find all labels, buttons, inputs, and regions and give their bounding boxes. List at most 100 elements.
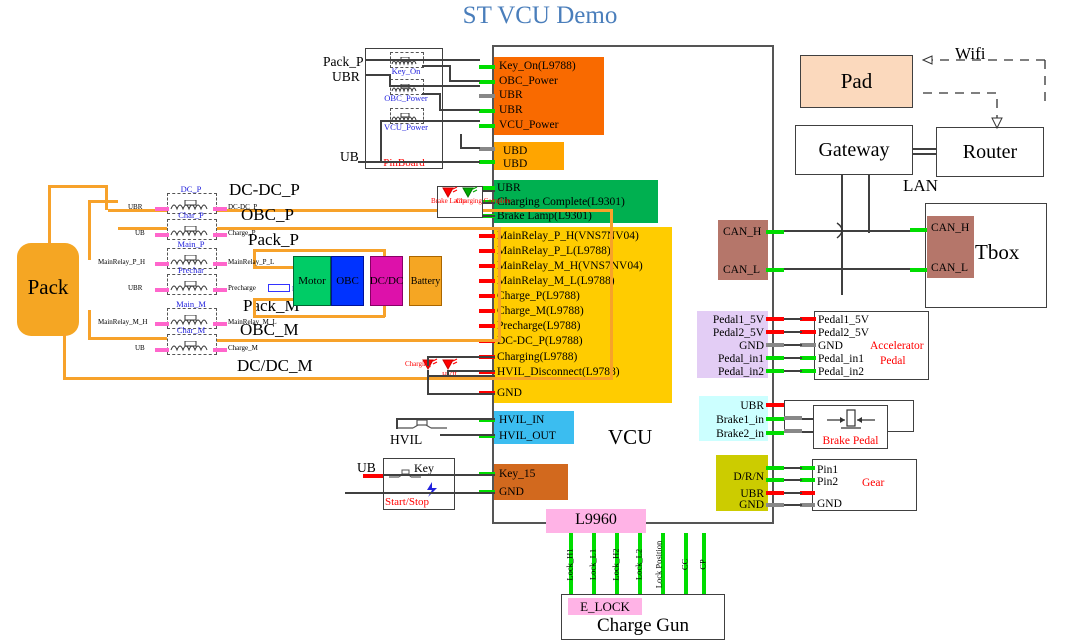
hv-bus — [48, 185, 51, 245]
wire-stub — [479, 324, 495, 328]
wire-stub — [766, 491, 784, 495]
wire — [913, 148, 937, 150]
wire-stub — [766, 431, 784, 435]
vcu-pin-gnd-4: GND — [739, 499, 764, 511]
wire-stub — [479, 160, 495, 164]
wire — [460, 134, 462, 148]
vcu-pin-pedal2-5v: Pedal2_5V — [712, 327, 764, 339]
load-battery-label: Battery — [410, 275, 441, 287]
load-obc-label: OBC — [336, 275, 359, 287]
vcu-pin-charge-m: Charge_M(L9788) — [497, 305, 584, 317]
wifi-link-icon — [921, 55, 1046, 130]
wire — [784, 492, 802, 494]
wire — [460, 147, 480, 149]
vcu-pin-charging-complete: Charging Complete(L9301) — [497, 196, 625, 208]
wire — [784, 467, 802, 469]
vcu-pin-ubd-1: UBD — [503, 145, 528, 157]
wire-stub — [479, 249, 495, 253]
lock-position-label: Lock Position — [653, 540, 664, 589]
load-battery: Battery — [409, 256, 442, 306]
vcu-pin-vcu-power: VCU_Power — [499, 119, 559, 131]
wire-stub — [800, 356, 816, 360]
vcu-pin-mainrelay-m-l: MainRelay_M_L(L9788) — [497, 275, 615, 287]
gateway-block: Gateway — [795, 125, 913, 175]
wire — [913, 153, 937, 155]
wire-stub — [910, 228, 927, 232]
vcu-label: VCU — [608, 425, 653, 449]
vcu-pin-hvil-out: HVIL_OUT — [499, 430, 556, 442]
wire — [784, 331, 802, 333]
lock-h1-label: Lock_H1 — [564, 548, 575, 581]
wire — [784, 370, 802, 372]
wire — [384, 474, 495, 476]
wire-stub — [479, 109, 495, 113]
lock-l1-label: Lock_L1 — [587, 548, 598, 581]
vcu-pin-hvil-in: HVIL_IN — [499, 414, 545, 426]
hv-bus — [105, 185, 108, 210]
wire — [427, 393, 495, 395]
charge-gun-label: Charge Gun — [597, 615, 689, 636]
relay-dc-p-right: DC-DC_P — [228, 203, 258, 211]
hv-bus — [63, 377, 173, 380]
wire — [784, 357, 802, 359]
wire — [380, 120, 382, 161]
wire-stub — [800, 466, 815, 470]
wire-stub — [800, 330, 816, 334]
wire — [396, 418, 495, 420]
wire — [366, 59, 480, 61]
hv-bus — [88, 200, 91, 260]
vcu-pin-ubd-2: UBD — [503, 158, 528, 170]
wire-stub — [784, 416, 802, 420]
wire — [396, 419, 398, 429]
wire-stub — [800, 343, 816, 347]
wire-stub — [766, 330, 784, 334]
vcu-pin-gnd-3: GND — [739, 340, 764, 352]
wire-stub — [766, 343, 784, 347]
wire-stub — [479, 234, 495, 238]
wire-stub — [479, 309, 495, 313]
wire-stub — [213, 288, 227, 292]
gear-label: Gear — [862, 477, 885, 489]
accel-pin-pedal1-5v: Pedal1_5V — [818, 314, 870, 326]
relay-dc-p-left: UBR — [128, 203, 143, 211]
wire — [440, 434, 495, 436]
wire — [784, 479, 802, 481]
wire-hop-icon — [836, 222, 843, 239]
vcu-pin-can-h: CAN_H — [723, 226, 762, 238]
vcu-pin-drn: D/R/N — [733, 471, 764, 483]
wire — [784, 504, 802, 506]
lan-label: LAN — [903, 176, 938, 195]
wire — [483, 215, 495, 217]
charging-complete-led-label: Charging Complete — [456, 197, 511, 205]
wire — [427, 356, 429, 366]
relay-obc-power-label: OBC_Power — [384, 93, 428, 103]
accel-pin-gnd: GND — [818, 340, 843, 352]
relay-prechar-left: UBR — [128, 284, 143, 292]
vcu-pin-ubr-1: UBR — [499, 89, 523, 101]
wire — [483, 190, 495, 192]
page-title: ST VCU Demo — [462, 2, 618, 29]
wire-stub — [800, 369, 816, 373]
wire-stub — [800, 317, 816, 321]
wire-stub — [479, 264, 495, 268]
wire-stub — [479, 65, 495, 69]
bus-label-dcdc-m: DC/DC_M — [237, 356, 313, 375]
vcu-pin-ubr-4: UBR — [740, 400, 764, 412]
wire-stub — [479, 147, 495, 151]
wire — [358, 161, 480, 163]
pinboard-terminal-ubr: UBR — [332, 69, 360, 84]
relay-char-m-right: Charge_M — [228, 344, 258, 352]
hv-bus-obc-m — [168, 339, 501, 342]
load-dcdc: DC/DC — [370, 256, 403, 306]
wire — [389, 85, 480, 87]
wire-stub — [479, 94, 495, 98]
brake-pedal-switch-icon[interactable] — [825, 408, 877, 436]
wire — [784, 268, 910, 270]
router-block: Router — [936, 127, 1044, 177]
pinboard-label: PinBoard — [383, 157, 425, 169]
tbox-pin-can-l: CAN_L — [931, 262, 969, 274]
wire — [380, 120, 480, 122]
wire — [366, 74, 390, 76]
hv-bus — [88, 200, 118, 203]
tbox-label: Tbox — [975, 240, 1020, 264]
